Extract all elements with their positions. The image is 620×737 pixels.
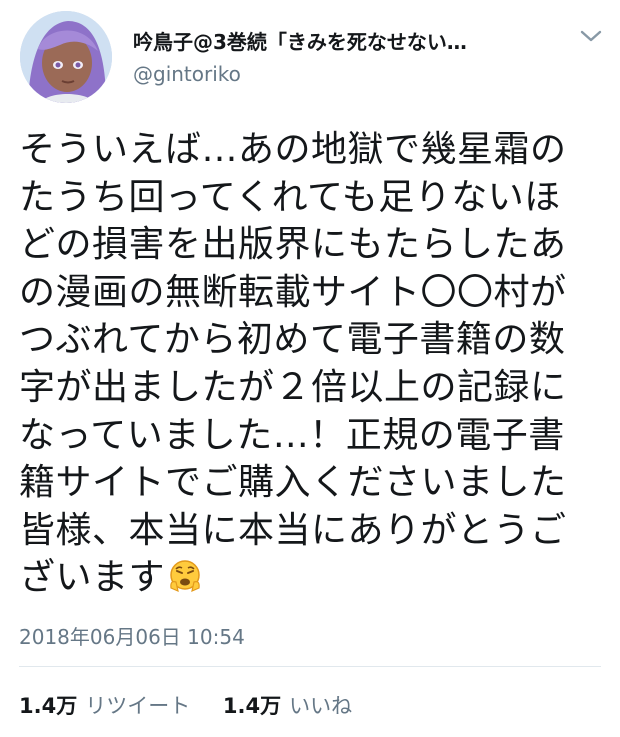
tweet-text-line: なっていました…！正規の電子書: [19, 414, 565, 456]
like-label: いいね: [289, 694, 353, 718]
retweet-count[interactable]: 1.4万 リツイート: [19, 690, 190, 720]
tweet-text-line: ざいます: [19, 557, 166, 599]
retweet-number: 1.4万: [19, 694, 78, 718]
avatar[interactable]: [20, 11, 112, 103]
tweet-text-line: そういえば…あの地獄で幾星霜の: [19, 129, 567, 170]
like-count[interactable]: 1.4万 いいね: [223, 690, 352, 720]
chevron-down-icon[interactable]: [578, 26, 604, 46]
tweet-text-line: つぶれてから初めて電子書籍の数: [19, 319, 566, 361]
retweet-label: リツイート: [85, 694, 191, 718]
tweet-text-line: どの損害を出版界にもたらしたあ: [19, 224, 567, 266]
like-number: 1.4万: [222, 694, 282, 718]
tweet-text-line: 皆様、本当に本当にありがとうご: [19, 509, 567, 551]
tweet-stats: 1.4万 リツイート 1.4万 いいね: [19, 690, 352, 720]
tweet-text-line: 字が出ましたが２倍以上の記録に: [19, 366, 567, 408]
divider: [19, 666, 601, 667]
user-handle[interactable]: @gintoriko: [133, 62, 241, 86]
avatar-illustration: [20, 11, 112, 103]
tweet-text: そういえば…あの地獄で幾星霜の たうち回ってくれても足りないほ どの損害を出版界…: [19, 126, 609, 602]
tweet-timestamp[interactable]: 2018年06月06日 10:54: [19, 621, 245, 650]
display-name[interactable]: 吟鳥子@3巻続「きみを死なせない…: [133, 26, 553, 55]
weary-face-icon: [170, 560, 200, 593]
tweet-text-line: たうち回ってくれても足りないほ: [19, 176, 561, 218]
tweet-text-line: 籍サイトでご購入くださいました: [19, 462, 567, 504]
tweet-text-line: の漫画の無断転載サイト〇〇村が: [19, 271, 567, 313]
tweet-header: 吟鳥子@3巻続「きみを死なせない… @gintoriko: [0, 0, 620, 112]
tweet-text-line-last: ざいます: [19, 554, 609, 602]
